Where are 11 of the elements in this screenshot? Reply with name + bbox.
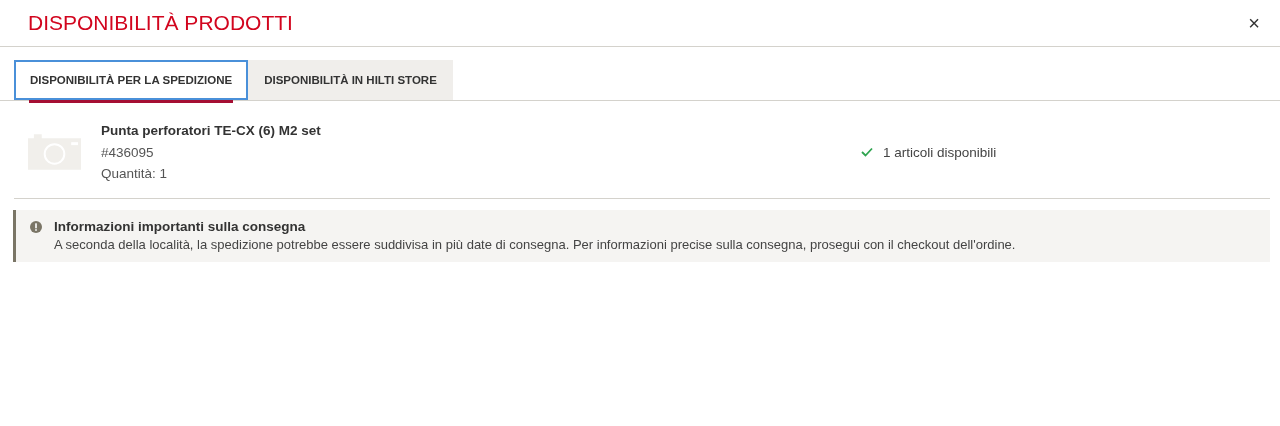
notice-text: A seconda della località, la spedizione potrebbe essere suddivisa in più date di consegna. Per informazioni precise sulla consegna, prosegui con il checkout dell'ordine. [54, 236, 1016, 254]
tab[interactable]: DISPONIBILITÀ IN HILTI STORE [248, 60, 453, 100]
product-quantity: Quantità: 1 [101, 165, 169, 183]
tab[interactable]: DISPONIBILITÀ PER LA SPEDIZIONE [14, 60, 249, 100]
notice-title: Informazioni importanti sulla consegna [54, 218, 307, 236]
availability-text: 1 articoli disponibili [883, 144, 997, 160]
window-title: DISPONIBILITÀ PRODOTTI [28, 11, 293, 35]
close-button[interactable]: × [1248, 11, 1260, 35]
product-code: #436095 [101, 144, 155, 162]
product-name: Punta perforatori TE-CX (6) M2 set [101, 122, 322, 140]
info-icon [30, 221, 42, 233]
